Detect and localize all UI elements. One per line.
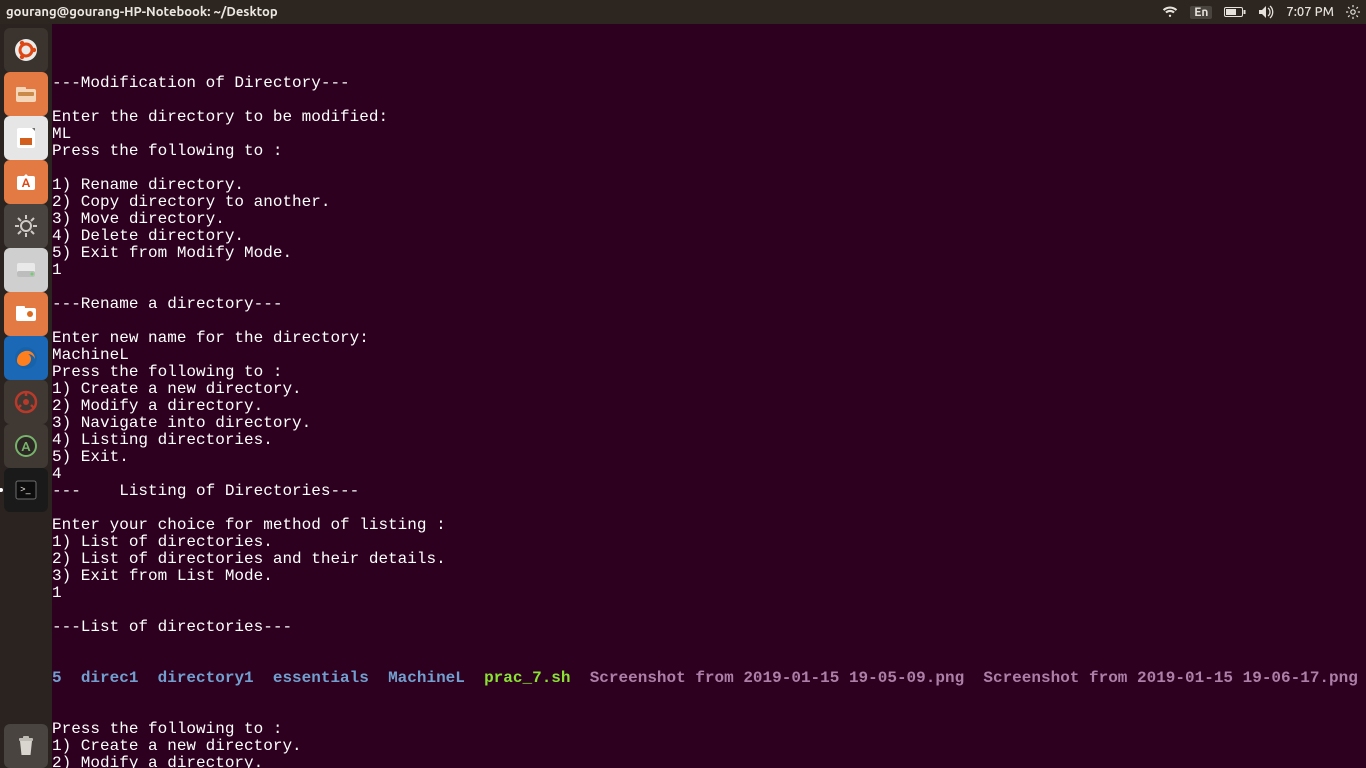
ls-entry: 5 <box>52 669 62 687</box>
top-menubar: gourang@gourang-HP-Notebook: ~/Desktop E… <box>0 0 1366 24</box>
svg-text:A: A <box>22 177 31 190</box>
launcher-libreoffice-impress[interactable] <box>4 116 48 160</box>
input-language-indicator[interactable]: En <box>1190 6 1212 19</box>
window-title: gourang@gourang-HP-Notebook: ~/Desktop <box>6 5 278 19</box>
ls-entry: Screenshot from 2019-01-15 19-05-09.png <box>590 669 964 687</box>
launcher-ubuntu-dash[interactable] <box>4 28 48 72</box>
svg-text:>_: >_ <box>20 483 31 494</box>
content-row: A A >_ ---Modification of Directory--- Ent… <box>0 24 1366 768</box>
launcher-disks[interactable] <box>4 248 48 292</box>
ls-entry: Screenshot from 2019-01-15 19-06-17.png <box>983 669 1357 687</box>
ls-entry: directory1 <box>158 669 254 687</box>
svg-text:A: A <box>21 440 31 454</box>
launcher-software-sources[interactable] <box>4 380 48 424</box>
wifi-icon[interactable] <box>1162 5 1178 19</box>
ls-entry: direc1 <box>81 669 139 687</box>
launcher-firefox[interactable] <box>4 336 48 380</box>
sound-icon[interactable] <box>1258 5 1274 19</box>
launcher-ubuntu-software[interactable]: A <box>4 160 48 204</box>
battery-icon[interactable] <box>1224 6 1246 18</box>
terminal-output: ---Modification of Directory--- Enter th… <box>52 58 1366 636</box>
ls-entry: prac_7.sh <box>484 669 570 687</box>
launcher-files[interactable] <box>4 72 48 116</box>
ls-entry: MachineL <box>388 669 465 687</box>
launcher-screenshot[interactable] <box>4 292 48 336</box>
terminal-ls-output: 5 direc1 directory1 essentials MachineL … <box>52 670 1366 687</box>
launcher-terminal[interactable]: >_ <box>4 468 48 512</box>
clock[interactable]: 7:07 PM <box>1286 5 1334 19</box>
ls-entry: essentials <box>273 669 369 687</box>
gear-icon[interactable] <box>1346 5 1360 19</box>
terminal-output-after: Press the following to : 1) Create a new… <box>52 721 1366 768</box>
launcher-trash[interactable] <box>4 724 48 768</box>
launcher-settings[interactable] <box>4 204 48 248</box>
terminal-window[interactable]: ---Modification of Directory--- Enter th… <box>52 24 1366 768</box>
status-indicators: En 7:07 PM <box>1162 5 1360 19</box>
launcher-software-updater[interactable]: A <box>4 424 48 468</box>
unity-launcher: A A >_ <box>0 24 52 768</box>
